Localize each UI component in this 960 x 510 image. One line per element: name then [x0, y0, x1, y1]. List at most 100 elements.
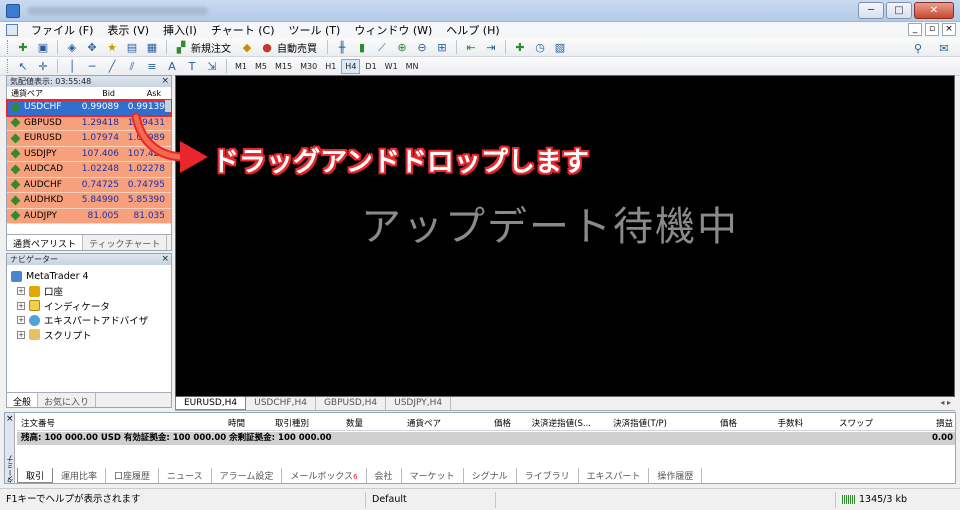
expand-icon[interactable]: +: [17, 287, 25, 296]
market-watch-row[interactable]: AUDJPY 81.005 81.035: [7, 208, 171, 224]
tab-market[interactable]: マーケット: [402, 468, 464, 483]
tab-library[interactable]: ライブラリ: [517, 468, 579, 483]
toolbar-grip[interactable]: [7, 59, 10, 73]
chart-tab-usdchf[interactable]: USDCHF,H4: [246, 397, 316, 410]
indicators-icon[interactable]: ✚: [512, 39, 528, 55]
balance-row[interactable]: 残高: 100 000.00 USD 有効証拠金: 100 000.00 余剰証…: [17, 432, 955, 445]
tab-mailbox[interactable]: メールボックス6: [282, 468, 367, 483]
tree-root[interactable]: MetaTrader 4: [11, 269, 171, 284]
expand-icon[interactable]: +: [17, 330, 25, 339]
close-icon[interactable]: ×: [161, 254, 169, 265]
auto-trading-icon[interactable]: ●: [259, 39, 275, 55]
new-order-button[interactable]: 新規注文: [191, 40, 231, 55]
periods-icon[interactable]: ◷: [532, 39, 548, 55]
meta-editor-icon[interactable]: ◆: [239, 39, 255, 55]
templates-icon[interactable]: ▧: [552, 39, 568, 55]
close-icon[interactable]: ×: [6, 414, 14, 424]
zoom-in-icon[interactable]: ⊕: [394, 39, 410, 55]
timeframe-m1[interactable]: M1: [232, 60, 250, 73]
maximize-button[interactable]: □: [886, 2, 912, 19]
menu-chart[interactable]: チャート (C): [204, 22, 282, 38]
text-icon[interactable]: A: [164, 58, 180, 74]
column-type[interactable]: 取引種別: [245, 417, 309, 430]
column-bid[interactable]: Bid: [73, 87, 119, 99]
crosshair-icon[interactable]: ✛: [35, 58, 51, 74]
mdi-close-button[interactable]: ×: [942, 23, 956, 36]
column-profit[interactable]: 損益: [873, 417, 953, 430]
candlestick-icon[interactable]: ▮: [354, 39, 370, 55]
timeframe-m30[interactable]: M30: [297, 60, 320, 73]
mdi-minimize-button[interactable]: _: [908, 23, 922, 36]
profiles-icon[interactable]: ▣: [35, 39, 51, 55]
menu-help[interactable]: ヘルプ (H): [439, 22, 506, 38]
arrows-icon[interactable]: ⇲: [204, 58, 220, 74]
data-window-icon[interactable]: ✥: [84, 39, 100, 55]
column-commission[interactable]: 手数料: [737, 417, 803, 430]
market-watch-row[interactable]: AUDHKD 5.84990 5.85390: [7, 193, 171, 209]
timeframe-mn[interactable]: MN: [403, 60, 422, 73]
label-icon[interactable]: T: [184, 58, 200, 74]
channel-icon[interactable]: ⫽: [124, 58, 140, 74]
document-icon[interactable]: [6, 24, 18, 36]
tree-item-accounts[interactable]: + 口座: [11, 284, 171, 299]
toolbar-grip[interactable]: [7, 40, 10, 54]
tab-symbols[interactable]: 通貨ペアリスト: [7, 235, 84, 250]
vertical-line-icon[interactable]: │: [64, 58, 80, 74]
chart-tab-eurusd[interactable]: EURUSD,H4: [175, 397, 247, 410]
timeframe-h4[interactable]: H4: [341, 58, 361, 74]
column-ask[interactable]: Ask: [119, 87, 165, 99]
menu-insert[interactable]: 挿入(I): [156, 22, 204, 38]
timeframe-m15[interactable]: M15: [272, 60, 295, 73]
expand-icon[interactable]: +: [17, 316, 25, 325]
search-icon[interactable]: ⚲: [910, 40, 926, 56]
tab-alerts[interactable]: アラーム設定: [212, 468, 283, 483]
auto-scroll-icon[interactable]: ⇤: [463, 39, 479, 55]
new-chart-icon[interactable]: ✚: [15, 39, 31, 55]
auto-trading-button[interactable]: 自動売買: [277, 40, 317, 55]
navigator-icon[interactable]: ★: [104, 39, 120, 55]
bar-chart-icon[interactable]: ╫: [334, 39, 350, 55]
market-watch-scrollbar[interactable]: [165, 100, 171, 112]
tab-common[interactable]: 全般: [7, 393, 39, 408]
tab-tick-chart[interactable]: ティックチャート: [83, 235, 168, 250]
timeframe-d1[interactable]: D1: [362, 60, 379, 73]
tab-favorites[interactable]: お気に入り: [38, 393, 97, 408]
tile-windows-icon[interactable]: ⊞: [434, 39, 450, 55]
tab-account-history[interactable]: 口座履歴: [106, 468, 160, 483]
tab-company[interactable]: 会社: [367, 468, 402, 483]
chart-shift-icon[interactable]: ⇥: [483, 39, 499, 55]
fibonacci-icon[interactable]: ≡: [144, 58, 160, 74]
market-watch-row[interactable]: AUDCHF 0.74725 0.74795: [7, 177, 171, 193]
column-time[interactable]: 時間: [185, 417, 245, 430]
cursor-icon[interactable]: ↖: [15, 58, 31, 74]
market-watch-icon[interactable]: ◈: [64, 39, 80, 55]
chart-tab-usdjpy[interactable]: USDJPY,H4: [386, 397, 452, 410]
market-watch-row[interactable]: USDCHF 0.99089 0.99139: [6, 99, 172, 117]
terminal-icon[interactable]: ▤: [124, 39, 140, 55]
status-connection[interactable]: 1345/3 kb: [836, 492, 913, 508]
chart-tab-gbpusd[interactable]: GBPUSD,H4: [316, 397, 387, 410]
column-symbol[interactable]: 通貨ペア: [7, 87, 73, 99]
tab-experts[interactable]: エキスパート: [579, 468, 650, 483]
chart-window[interactable]: アップデート待機中: [175, 75, 955, 397]
close-icon[interactable]: ×: [161, 76, 169, 87]
trendline-icon[interactable]: ╱: [104, 58, 120, 74]
timeframe-m5[interactable]: M5: [252, 60, 270, 73]
column-current-price[interactable]: 価格: [667, 417, 737, 430]
timeframe-w1[interactable]: W1: [382, 60, 401, 73]
minimize-button[interactable]: ─: [858, 2, 884, 19]
horizontal-line-icon[interactable]: ─: [84, 58, 100, 74]
zoom-out-icon[interactable]: ⊖: [414, 39, 430, 55]
tab-news[interactable]: ニュース: [159, 468, 212, 483]
column-order[interactable]: 注文番号: [17, 417, 185, 430]
expand-icon[interactable]: +: [17, 301, 25, 310]
tester-icon[interactable]: ▦: [144, 39, 160, 55]
tab-journal[interactable]: 操作履歴: [649, 468, 703, 483]
tab-trade[interactable]: 取引: [17, 468, 54, 483]
close-button[interactable]: ✕: [914, 2, 954, 19]
tab-signals[interactable]: シグナル: [464, 468, 517, 483]
menu-tools[interactable]: ツール (T): [282, 22, 348, 38]
menu-window[interactable]: ウィンドウ (W): [347, 22, 439, 38]
mdi-restore-button[interactable]: ▫: [925, 23, 939, 36]
tab-exposure[interactable]: 運用比率: [53, 468, 107, 483]
